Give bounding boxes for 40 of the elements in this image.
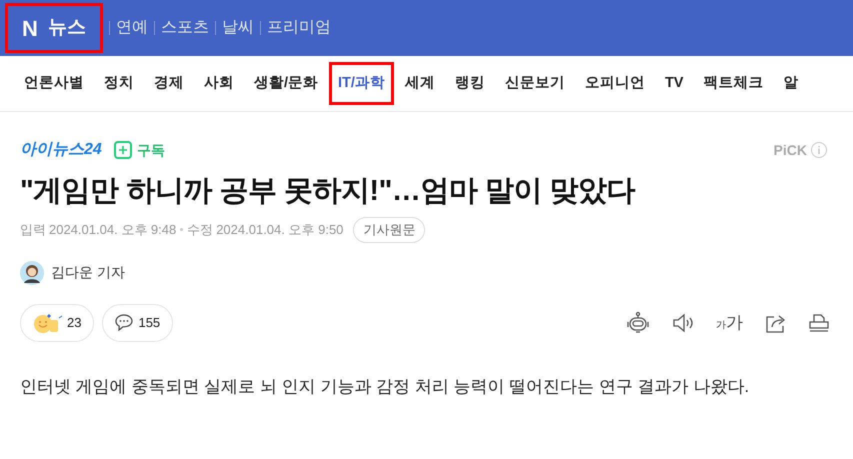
category-tab[interactable]: 팩트체크 [703, 72, 764, 94]
pick-label: PiCK [774, 140, 807, 160]
font-size-button[interactable]: 가가 [716, 314, 743, 331]
original-article-link[interactable]: 기사원문 [353, 217, 426, 242]
article-headline: "게임만 하니까 공부 못하지!"…엄마 말이 맞았다 [20, 174, 636, 209]
speech-bubble-icon [115, 314, 134, 331]
category-tab[interactable]: TV [664, 72, 684, 94]
share-icon[interactable] [765, 312, 787, 332]
published-label: 입력 [20, 221, 46, 239]
modified-time: 2024.01.04. 오후 9:50 [216, 221, 344, 239]
logo-letter: N [22, 14, 38, 42]
category-tab[interactable]: IT/과학 [329, 62, 394, 106]
comment-button[interactable]: 155 [102, 304, 174, 342]
category-tab[interactable]: 신문보기 [504, 72, 565, 94]
category-tab[interactable]: 경제 [154, 72, 184, 94]
logo-text: 뉴스 [48, 16, 86, 40]
robot-icon[interactable] [626, 310, 650, 334]
modified-label: 수정 [187, 221, 214, 239]
published-time: 2024.01.04. 오후 9:48 [49, 221, 176, 239]
category-tab[interactable]: 알 [783, 72, 798, 94]
reaction-button[interactable]: 23 [20, 304, 94, 342]
category-tab[interactable]: 사회 [204, 72, 234, 94]
smiley-thumb-icon [33, 312, 63, 334]
news-logo[interactable]: N 뉴스 [5, 3, 103, 53]
category-tab[interactable]: 랭킹 [454, 72, 485, 94]
service-link[interactable]: 연예 [116, 16, 148, 40]
category-tab[interactable]: 언론사별 [24, 72, 84, 94]
service-link[interactable]: 스포츠 [160, 16, 209, 40]
service-link[interactable]: 프리미엄 [266, 16, 331, 40]
reporter-avatar-icon[interactable] [20, 260, 44, 284]
category-tab[interactable]: 세계 [404, 72, 435, 94]
service-link[interactable]: 날씨 [222, 16, 254, 40]
press-logo[interactable]: 아이뉴스24 [20, 138, 102, 162]
article-body-text: 인터넷 게임에 중독되면 실제로 뇌 인지 기능과 감정 처리 능력이 떨어진다는 연구 결과가 나왔다. [20, 376, 750, 398]
reporter-name[interactable]: 김다운 기자 [51, 262, 125, 283]
speaker-icon[interactable] [672, 312, 694, 332]
category-tab[interactable]: 오피니언 [584, 72, 645, 94]
print-icon[interactable] [809, 312, 829, 332]
category-tab[interactable]: 정치 [104, 72, 134, 94]
category-tab[interactable]: 생활/문화 [254, 72, 318, 94]
